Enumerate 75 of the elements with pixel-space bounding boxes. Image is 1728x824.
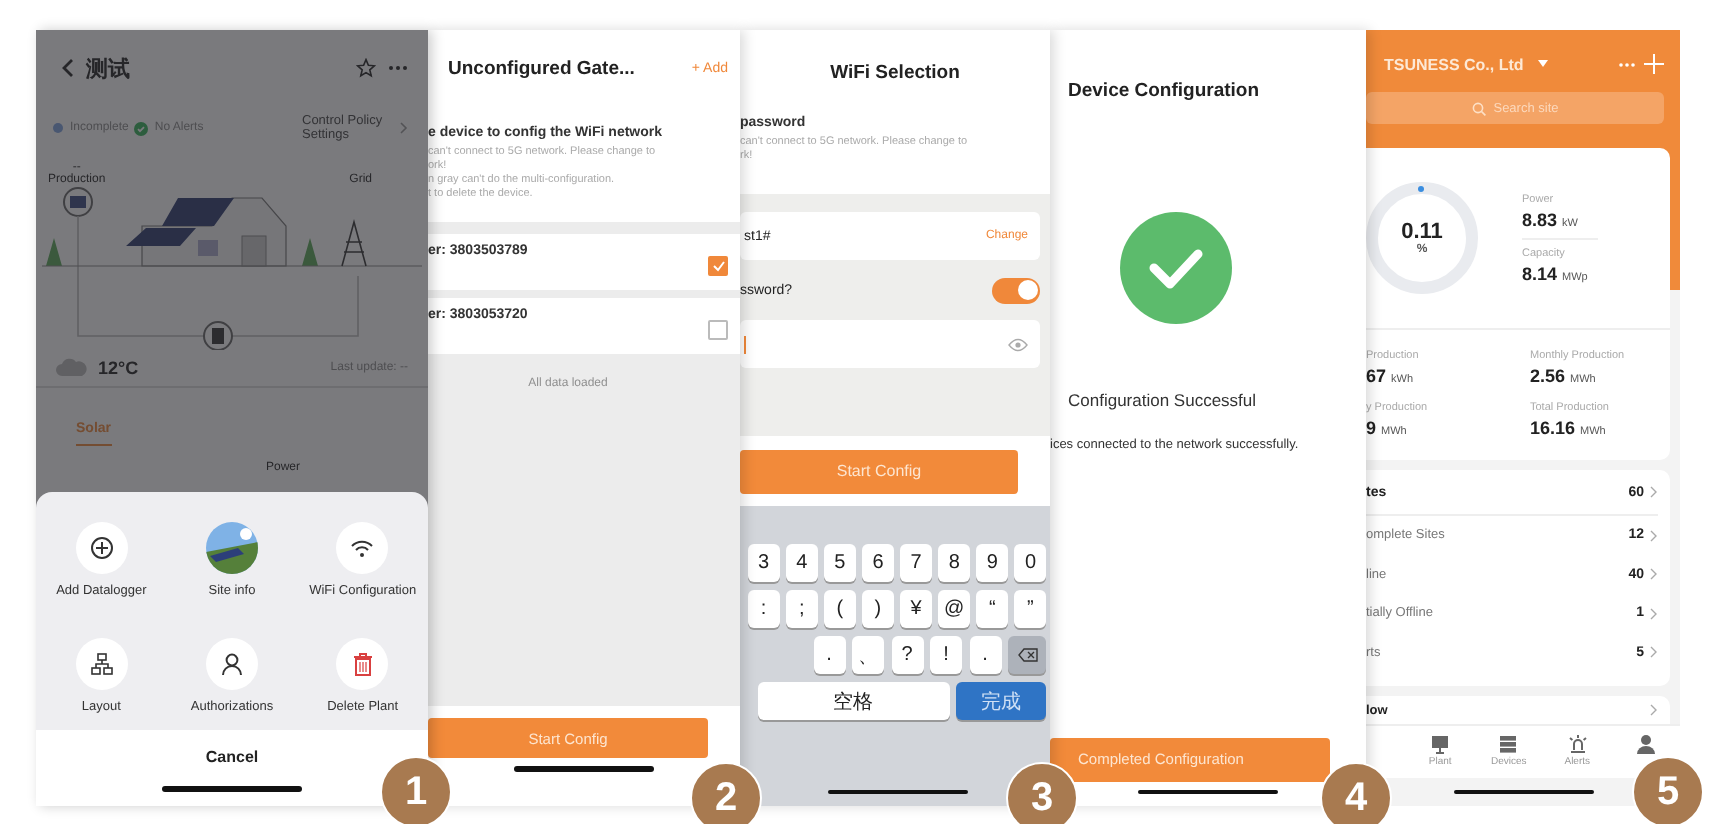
hierarchy-icon [89,651,114,675]
home-indicator [162,786,302,791]
keyboard-key[interactable]: : [748,590,780,628]
keyboard-key[interactable]: 、 [852,636,884,674]
eye-icon[interactable] [1008,337,1028,351]
done-key[interactable]: 完成 [956,682,1046,720]
keyboard-key[interactable]: 8 [938,544,970,582]
action-icon-button[interactable] [336,522,389,574]
checkbox[interactable] [708,320,728,340]
backspace-icon [1017,648,1037,662]
pending-icon [52,122,64,134]
screen-title: 测试 [86,55,130,83]
keyboard-key[interactable]: 9 [976,544,1008,582]
search-icon [1471,101,1486,115]
gauge-marker-icon [1418,186,1424,192]
user-icon[interactable] [1635,734,1656,754]
keyboard-key[interactable]: ” [1014,590,1046,628]
action-icon-button[interactable] [75,522,128,574]
ratio-value: 0.11 [1401,220,1443,244]
wifi-icon [350,538,375,558]
keyboard-key[interactable]: 5 [824,544,856,582]
caret-icon[interactable] [1537,60,1548,68]
chevron-icon [1650,607,1658,620]
keyboard-key[interactable]: 7 [900,544,932,582]
screen-title: WiFi Selection [830,61,960,83]
home-indicator [1138,789,1278,794]
home-indicator [827,789,967,794]
alarm-icon[interactable] [1567,734,1588,754]
keyboard-key[interactable]: ? [891,636,923,674]
star-icon[interactable] [356,58,376,78]
chevron-icon [1650,486,1658,498]
action-icon-button[interactable] [205,637,258,689]
screen-title: Device Configuration [1068,80,1262,102]
monitor-icon[interactable] [1430,734,1451,754]
back-icon[interactable] [60,58,74,78]
screen-title: Unconfigured Gate... [448,57,635,79]
temperature: 12°C [98,358,139,378]
chevron-icon [1650,704,1658,716]
success-heading: Configuration Successful [1068,390,1259,410]
keyboard-key[interactable]: 4 [786,544,818,582]
more-icon[interactable] [1618,61,1636,67]
keyboard-key[interactable]: 0 [1014,544,1046,582]
backspace-key[interactable] [1008,636,1046,674]
trash-icon [351,651,374,675]
keyboard-key[interactable]: “ [976,590,1008,628]
checkbox[interactable] [708,256,728,276]
keyboard-key[interactable]: ) [862,590,894,628]
step-badge: 5 [1632,756,1704,824]
chevron-icon [1650,646,1658,659]
add-icon[interactable] [1644,54,1664,74]
success-check-icon [1120,212,1232,324]
keyboard-key[interactable]: @ [938,590,970,628]
action-icon-button[interactable] [75,637,128,689]
keyboard-key[interactable]: . [813,636,845,674]
server-icon[interactable] [1498,734,1519,754]
password-field[interactable] [740,320,1040,368]
more-icon[interactable] [388,64,408,72]
keyboard-key[interactable]: 6 [862,544,894,582]
space-key[interactable]: 空格 [757,682,949,720]
keyboard-key[interactable]: ¥ [900,590,932,628]
check-icon [134,121,149,135]
password-toggle[interactable] [992,277,1040,303]
chevron-icon [1650,568,1658,581]
home-indicator [514,766,654,771]
add-icon [89,536,114,560]
cloud-icon [56,358,88,378]
keyboard-key[interactable]: ( [824,590,856,628]
keyboard-key[interactable]: 3 [748,544,780,582]
user-icon [219,651,244,675]
keyboard-key[interactable]: ; [786,590,818,628]
home-indicator [1453,789,1593,794]
chevron-icon [400,122,408,134]
keyboard-key[interactable]: . [969,636,1001,674]
chevron-icon [1650,529,1658,542]
keyboard-key[interactable]: ! [930,636,962,674]
